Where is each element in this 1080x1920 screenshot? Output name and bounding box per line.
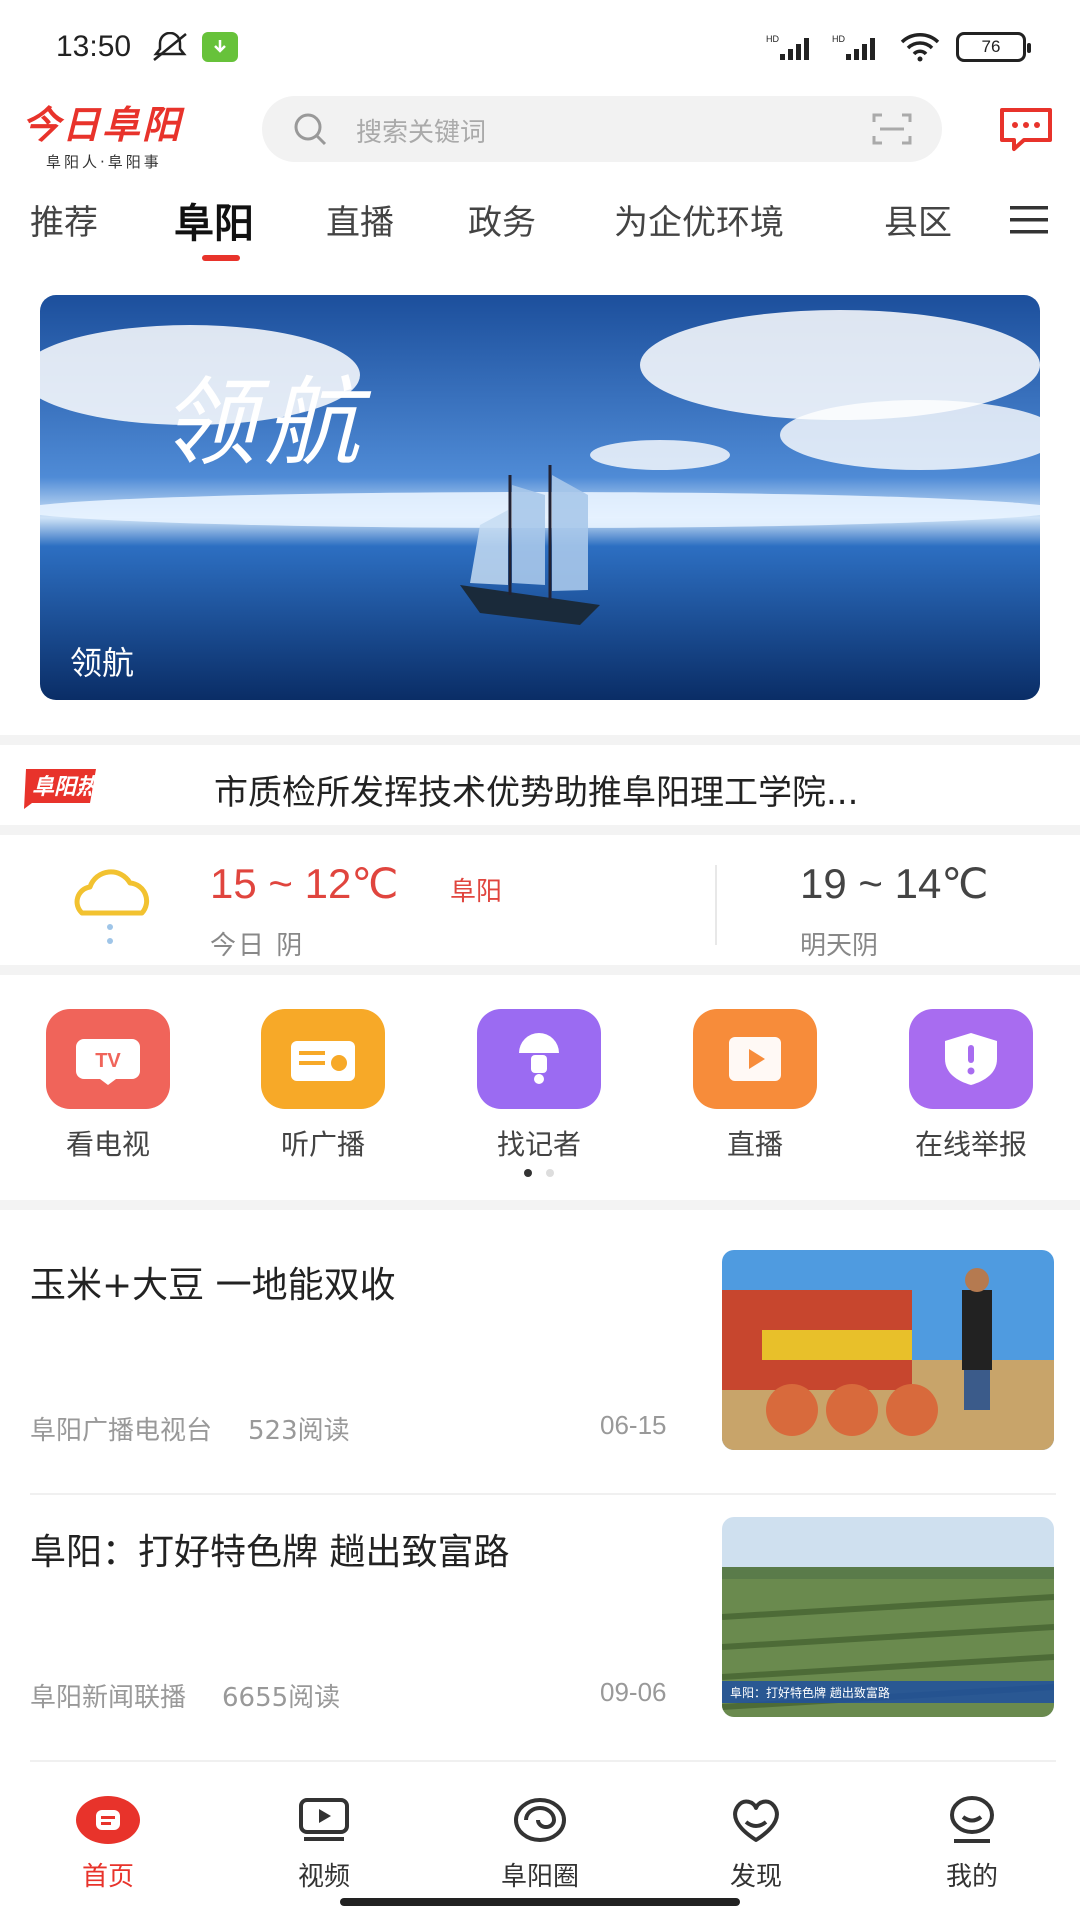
message-icon[interactable]: [998, 106, 1054, 152]
video-icon: [292, 1792, 356, 1848]
news-meta: 阜阳广播电视台 523阅读: [30, 1410, 386, 1447]
scan-icon[interactable]: [872, 112, 912, 146]
wifi-icon: [900, 33, 940, 62]
news-thumbnail[interactable]: [722, 1250, 1054, 1450]
tomorrow-weather-desc: 明天阴: [800, 931, 879, 961]
quick-label: 看电视: [65, 1128, 150, 1161]
battery-level: 76: [981, 37, 1001, 56]
app-header: 今日阜阳 阜阳人·阜阳事 搜索关键词: [0, 90, 1080, 171]
logo-title: 今日阜阳: [22, 103, 183, 147]
banner-caption: 领航: [70, 644, 135, 682]
news-reads: 523阅读: [248, 1416, 350, 1446]
banner-carousel[interactable]: 领航 领航: [40, 295, 1040, 700]
nav-fuyang-circle[interactable]: 阜阳圈: [460, 1792, 620, 1893]
weather-widget[interactable]: 15 ~ 12℃ 阜阳 今日 阴 19 ~ 14℃ 明天阴: [0, 825, 1080, 975]
hot-news-bar[interactable]: 阜阳热点 市质检所发挥技术优势助推阜阳理工学院...: [0, 735, 1080, 825]
news-meta: 阜阳新闻联播 6655阅读: [30, 1677, 376, 1714]
tab-counties[interactable]: 县区: [884, 195, 952, 244]
download-icon: [202, 32, 238, 62]
svg-text:TV: TV: [95, 1050, 121, 1072]
weather-city: 阜阳: [450, 877, 503, 907]
nav-video[interactable]: 视频: [244, 1792, 404, 1893]
cloudy-icon: [74, 869, 150, 944]
signal-icon: HD: [832, 34, 875, 60]
status-time: 13:50: [56, 30, 132, 63]
tab-live[interactable]: 直播: [326, 195, 394, 244]
menu-icon[interactable]: [1010, 205, 1048, 235]
home-indicator[interactable]: [340, 1898, 740, 1906]
quick-item-reporter[interactable]: 找记者: [459, 1009, 619, 1163]
hot-news-title[interactable]: 市质检所发挥技术优势助推阜阳理工学院...: [214, 765, 1054, 814]
tv-icon: TV: [46, 1009, 170, 1109]
discover-icon: [724, 1792, 788, 1848]
tab-government[interactable]: 政务: [468, 195, 536, 244]
news-item[interactable]: 玉米+大豆 一地能双收 阜阳广播电视台 523阅读 06-15: [30, 1230, 1056, 1495]
nav-label: 阜阳圈: [500, 1862, 579, 1892]
quick-item-live[interactable]: 直播: [675, 1009, 835, 1163]
category-tabs: 推荐 阜阳 直播 政务 为企优环境 县区: [0, 195, 1080, 265]
nav-label: 首页: [81, 1862, 134, 1892]
home-icon: [76, 1792, 140, 1848]
news-source: 阜阳广播电视台: [30, 1416, 213, 1446]
reporter-icon: [477, 1009, 601, 1109]
news-title[interactable]: 玉米+大豆 一地能双收: [30, 1256, 690, 1308]
nav-profile[interactable]: 我的: [892, 1792, 1052, 1893]
svg-text:HD: HD: [832, 34, 845, 44]
quick-label: 直播: [726, 1128, 783, 1161]
quick-label: 在线举报: [914, 1128, 1027, 1161]
tab-fuyang[interactable]: 阜阳: [174, 191, 254, 249]
news-source: 阜阳新闻联播: [30, 1683, 187, 1713]
mute-icon: [153, 32, 187, 61]
app-logo: 今日阜阳 阜阳人·阜阳事: [22, 94, 237, 174]
quick-label: 听广播: [280, 1128, 365, 1161]
nav-discover[interactable]: 发现: [676, 1792, 836, 1893]
news-date: 09-06: [600, 1677, 667, 1707]
news-date: 06-15: [600, 1410, 667, 1440]
svg-text:HD: HD: [766, 34, 779, 44]
report-icon: [909, 1009, 1033, 1109]
tomorrow-temperature: 19 ~ 14℃: [800, 860, 989, 907]
tab-business-environment[interactable]: 为企优环境: [614, 195, 784, 244]
nav-label: 发现: [729, 1862, 782, 1892]
today-temperature: 15 ~ 12℃: [210, 860, 399, 907]
quick-item-radio[interactable]: 听广播: [243, 1009, 403, 1163]
status-bar: 13:50 HD HD 76: [0, 0, 1080, 90]
active-tab-indicator: [202, 255, 240, 261]
radio-icon: [261, 1009, 385, 1109]
quick-access-grid: TV 看电视 听广播 找记者 直播 在线举报: [0, 985, 1080, 1210]
logo-subtitle: 阜阳人·阜阳事: [46, 153, 162, 171]
nav-home[interactable]: 首页: [28, 1792, 188, 1893]
quick-item-report[interactable]: 在线举报: [891, 1009, 1051, 1163]
hot-badge-icon: 阜阳热点: [24, 769, 123, 809]
page-indicator: [524, 1169, 554, 1177]
hot-badge-label: 阜阳热点: [32, 775, 123, 800]
thumbnail-caption: 阜阳：打好特色牌 趟出致富路: [730, 1685, 890, 1700]
today-weather-desc: 今日 阴: [210, 931, 305, 961]
search-icon: [294, 113, 327, 146]
quick-label: 找记者: [496, 1128, 581, 1161]
weather-divider: [715, 865, 717, 945]
signal-icon: HD: [766, 34, 809, 60]
news-thumbnail[interactable]: 阜阳：打好特色牌 趟出致富路: [722, 1517, 1054, 1717]
nav-label: 我的: [945, 1862, 998, 1892]
news-reads: 6655阅读: [222, 1683, 341, 1713]
search-placeholder: 搜索关键词: [356, 118, 487, 148]
nav-label: 视频: [297, 1862, 350, 1892]
banner-title: 领航: [160, 367, 368, 479]
battery-icon: 76: [956, 32, 1031, 62]
news-item[interactable]: 阜阳：打好特色牌 趟出致富路 阜阳新闻联播 6655阅读 09-06 阜阳：打好特…: [30, 1497, 1056, 1762]
profile-icon: [940, 1792, 1004, 1848]
tab-recommend[interactable]: 推荐: [30, 195, 98, 244]
page-dot-active: [524, 1169, 532, 1177]
news-title[interactable]: 阜阳：打好特色牌 趟出致富路: [30, 1523, 690, 1575]
live-icon: [693, 1009, 817, 1109]
search-input[interactable]: 搜索关键词: [262, 96, 942, 162]
quick-item-tv[interactable]: TV 看电视: [28, 1009, 188, 1163]
circle-icon: [508, 1792, 572, 1848]
page-dot: [546, 1169, 554, 1177]
